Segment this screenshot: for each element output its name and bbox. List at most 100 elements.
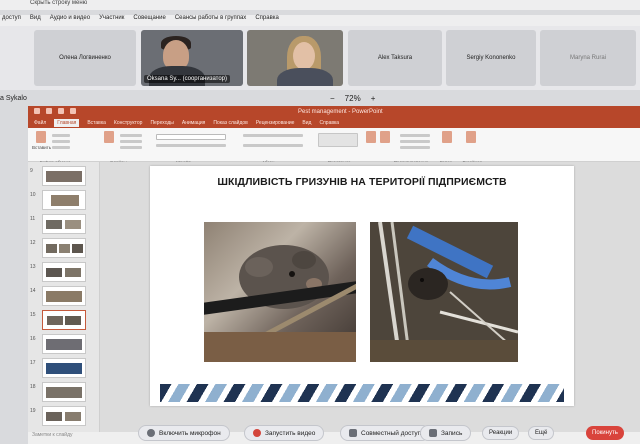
select-command[interactable] bbox=[400, 146, 430, 149]
ribbon-tabs: Файл Главная Вставка Конструктор Переход… bbox=[28, 118, 640, 128]
more-label: Ещё bbox=[535, 430, 548, 436]
undo-icon[interactable] bbox=[46, 108, 52, 114]
meeting-controls-bar: Включить микрофон Запустить видео Совмес… bbox=[0, 418, 640, 444]
ppt-title-bar: Pest management - PowerPoint bbox=[28, 106, 640, 118]
redo-icon[interactable] bbox=[58, 108, 64, 114]
slide-thumbnail[interactable]: 17 bbox=[30, 358, 94, 380]
more-button[interactable]: Ещё bbox=[528, 426, 555, 440]
record-label: Запись bbox=[441, 429, 463, 437]
hide-menu-strip-link[interactable]: Скрыть строку меню bbox=[30, 0, 87, 6]
share-button[interactable]: Совместный доступ bbox=[340, 425, 431, 441]
layout-command[interactable] bbox=[120, 134, 142, 137]
quick-styles-icon[interactable] bbox=[380, 131, 390, 143]
font-name-box[interactable] bbox=[156, 134, 226, 140]
save-icon[interactable] bbox=[34, 108, 40, 114]
tab-file[interactable]: Файл bbox=[34, 120, 46, 126]
participant-name: Maryna Rurai bbox=[569, 55, 606, 61]
arrange-icon[interactable] bbox=[366, 131, 376, 143]
slide-thumbnails-pane[interactable]: 9 10 11 12 13 14 15 16 17 18 19 bbox=[28, 162, 100, 444]
zoom-in-button[interactable]: + bbox=[371, 94, 376, 103]
slide-title[interactable]: ШКІДЛИВІСТЬ ГРИЗУНІВ НА ТЕРИТОРІЇ ПІДПРИ… bbox=[150, 176, 574, 188]
participant-tile[interactable]: Sergiy Kononenko bbox=[446, 30, 536, 86]
replace-command[interactable] bbox=[400, 140, 430, 143]
unmute-label: Включить микрофон bbox=[159, 429, 221, 437]
tab-view[interactable]: Вид bbox=[302, 120, 311, 126]
share-screen-icon bbox=[349, 429, 357, 437]
tab-home[interactable]: Главная bbox=[54, 119, 80, 127]
paragraph-list-buttons[interactable] bbox=[243, 134, 303, 137]
reactions-button[interactable]: Реакции bbox=[482, 426, 520, 440]
participant-name: Oksana Sy... (соорганизатор) bbox=[144, 75, 231, 83]
find-command[interactable] bbox=[400, 134, 430, 137]
quick-access-toolbar bbox=[34, 108, 76, 114]
participant-tile[interactable]: Maryna Rurai bbox=[540, 30, 636, 86]
zoom-out-button[interactable]: − bbox=[330, 94, 335, 103]
slide-editing-canvas[interactable]: ШКІДЛИВІСТЬ ГРИЗУНІВ НА ТЕРИТОРІЇ ПІДПРИ… bbox=[100, 162, 640, 432]
participant-name: Sergiy Kononenko bbox=[466, 55, 516, 61]
reactions-label: Реакции bbox=[489, 430, 513, 436]
participant-tile[interactable]: Олена Логвиненко bbox=[34, 30, 136, 86]
cut-command[interactable] bbox=[52, 134, 70, 137]
slide-thumbnail[interactable]: 15 bbox=[30, 310, 94, 332]
rat-photo-right-drawing bbox=[370, 222, 518, 362]
leave-label: Покинуть bbox=[592, 430, 618, 436]
reset-command[interactable] bbox=[120, 140, 142, 143]
slide-thumbnail[interactable]: 16 bbox=[30, 334, 94, 356]
tab-review[interactable]: Рецензирование bbox=[256, 120, 295, 126]
slide-thumbnail[interactable]: 12 bbox=[30, 238, 94, 260]
tab-design[interactable]: Конструктор bbox=[114, 120, 143, 126]
dictate-icon[interactable] bbox=[442, 131, 452, 143]
microphone-icon bbox=[147, 429, 155, 437]
zoom-level: 72% bbox=[344, 94, 361, 103]
paste-icon[interactable] bbox=[36, 131, 46, 143]
leave-button[interactable]: Покинуть bbox=[586, 426, 624, 440]
slide-thumbnail[interactable]: 11 bbox=[30, 214, 94, 236]
tab-help[interactable]: Справка bbox=[319, 120, 339, 126]
participants-strip: Олена Логвиненко Oksana Sy... (соорганиз… bbox=[0, 26, 640, 90]
teams-top-strip: Скрыть строку меню bbox=[0, 0, 640, 10]
rat-photo-left[interactable] bbox=[204, 222, 356, 362]
video-person-body bbox=[277, 68, 333, 86]
start-video-button[interactable]: Запустить видео bbox=[244, 425, 325, 441]
shapes-gallery[interactable] bbox=[318, 133, 358, 147]
paste-button-label[interactable]: Вставить bbox=[32, 145, 51, 150]
share-label: Совместный доступ bbox=[361, 429, 422, 437]
presenter-label: a Sykalo bbox=[0, 95, 27, 102]
rat-photo-left-drawing bbox=[204, 245, 356, 362]
tab-transitions[interactable]: Переходы bbox=[150, 120, 173, 126]
video-person-face bbox=[293, 42, 315, 70]
record-icon bbox=[429, 429, 437, 437]
slide-thumbnail[interactable]: 13 bbox=[30, 262, 94, 284]
camera-off-icon bbox=[253, 429, 261, 437]
participant-name: Олена Логвиненко bbox=[59, 55, 111, 61]
font-format-buttons[interactable] bbox=[156, 144, 226, 147]
participant-tile[interactable]: Alex Taksura bbox=[348, 30, 442, 86]
start-slideshow-icon[interactable] bbox=[70, 108, 76, 114]
slide-thumbnail[interactable]: 9 bbox=[30, 166, 94, 188]
participant-video-tile[interactable]: Oksana Sy... (соорганизатор) bbox=[141, 30, 243, 86]
slide-thumbnail[interactable]: 10 bbox=[30, 190, 94, 212]
designer-icon[interactable] bbox=[466, 131, 476, 143]
copy-command[interactable] bbox=[52, 140, 70, 143]
tab-animations[interactable]: Анимация bbox=[182, 120, 205, 126]
start-video-label: Запустить видео bbox=[265, 429, 316, 437]
current-slide[interactable]: ШКІДЛИВІСТЬ ГРИЗУНІВ НА ТЕРИТОРІЇ ПІДПРИ… bbox=[150, 166, 574, 406]
record-button[interactable]: Запись bbox=[420, 425, 472, 441]
decorative-stripe-band bbox=[160, 384, 564, 402]
zoom-control: − 72% + bbox=[330, 94, 375, 103]
slide-thumbnail[interactable]: 14 bbox=[30, 286, 94, 308]
participant-name: Alex Taksura bbox=[377, 55, 413, 61]
slide-thumbnail[interactable]: 18 bbox=[30, 382, 94, 404]
section-command[interactable] bbox=[120, 146, 142, 149]
powerpoint-window: Pest management - PowerPoint Файл Главна… bbox=[28, 106, 640, 444]
paragraph-align-buttons[interactable] bbox=[243, 144, 303, 147]
ppt-window-title: Pest management - PowerPoint bbox=[298, 109, 383, 115]
unmute-button[interactable]: Включить микрофон bbox=[138, 425, 230, 441]
new-slide-icon[interactable] bbox=[104, 131, 114, 143]
rat-photo-right[interactable] bbox=[370, 222, 518, 362]
format-painter-command[interactable] bbox=[52, 146, 70, 149]
tab-insert[interactable]: Вставка bbox=[87, 120, 106, 126]
ribbon: Вставить Буфер обмена Слайды Шрифт Абзац… bbox=[28, 128, 640, 165]
tab-slideshow[interactable]: Показ слайдов bbox=[213, 120, 247, 126]
participant-video-tile[interactable] bbox=[247, 30, 343, 86]
